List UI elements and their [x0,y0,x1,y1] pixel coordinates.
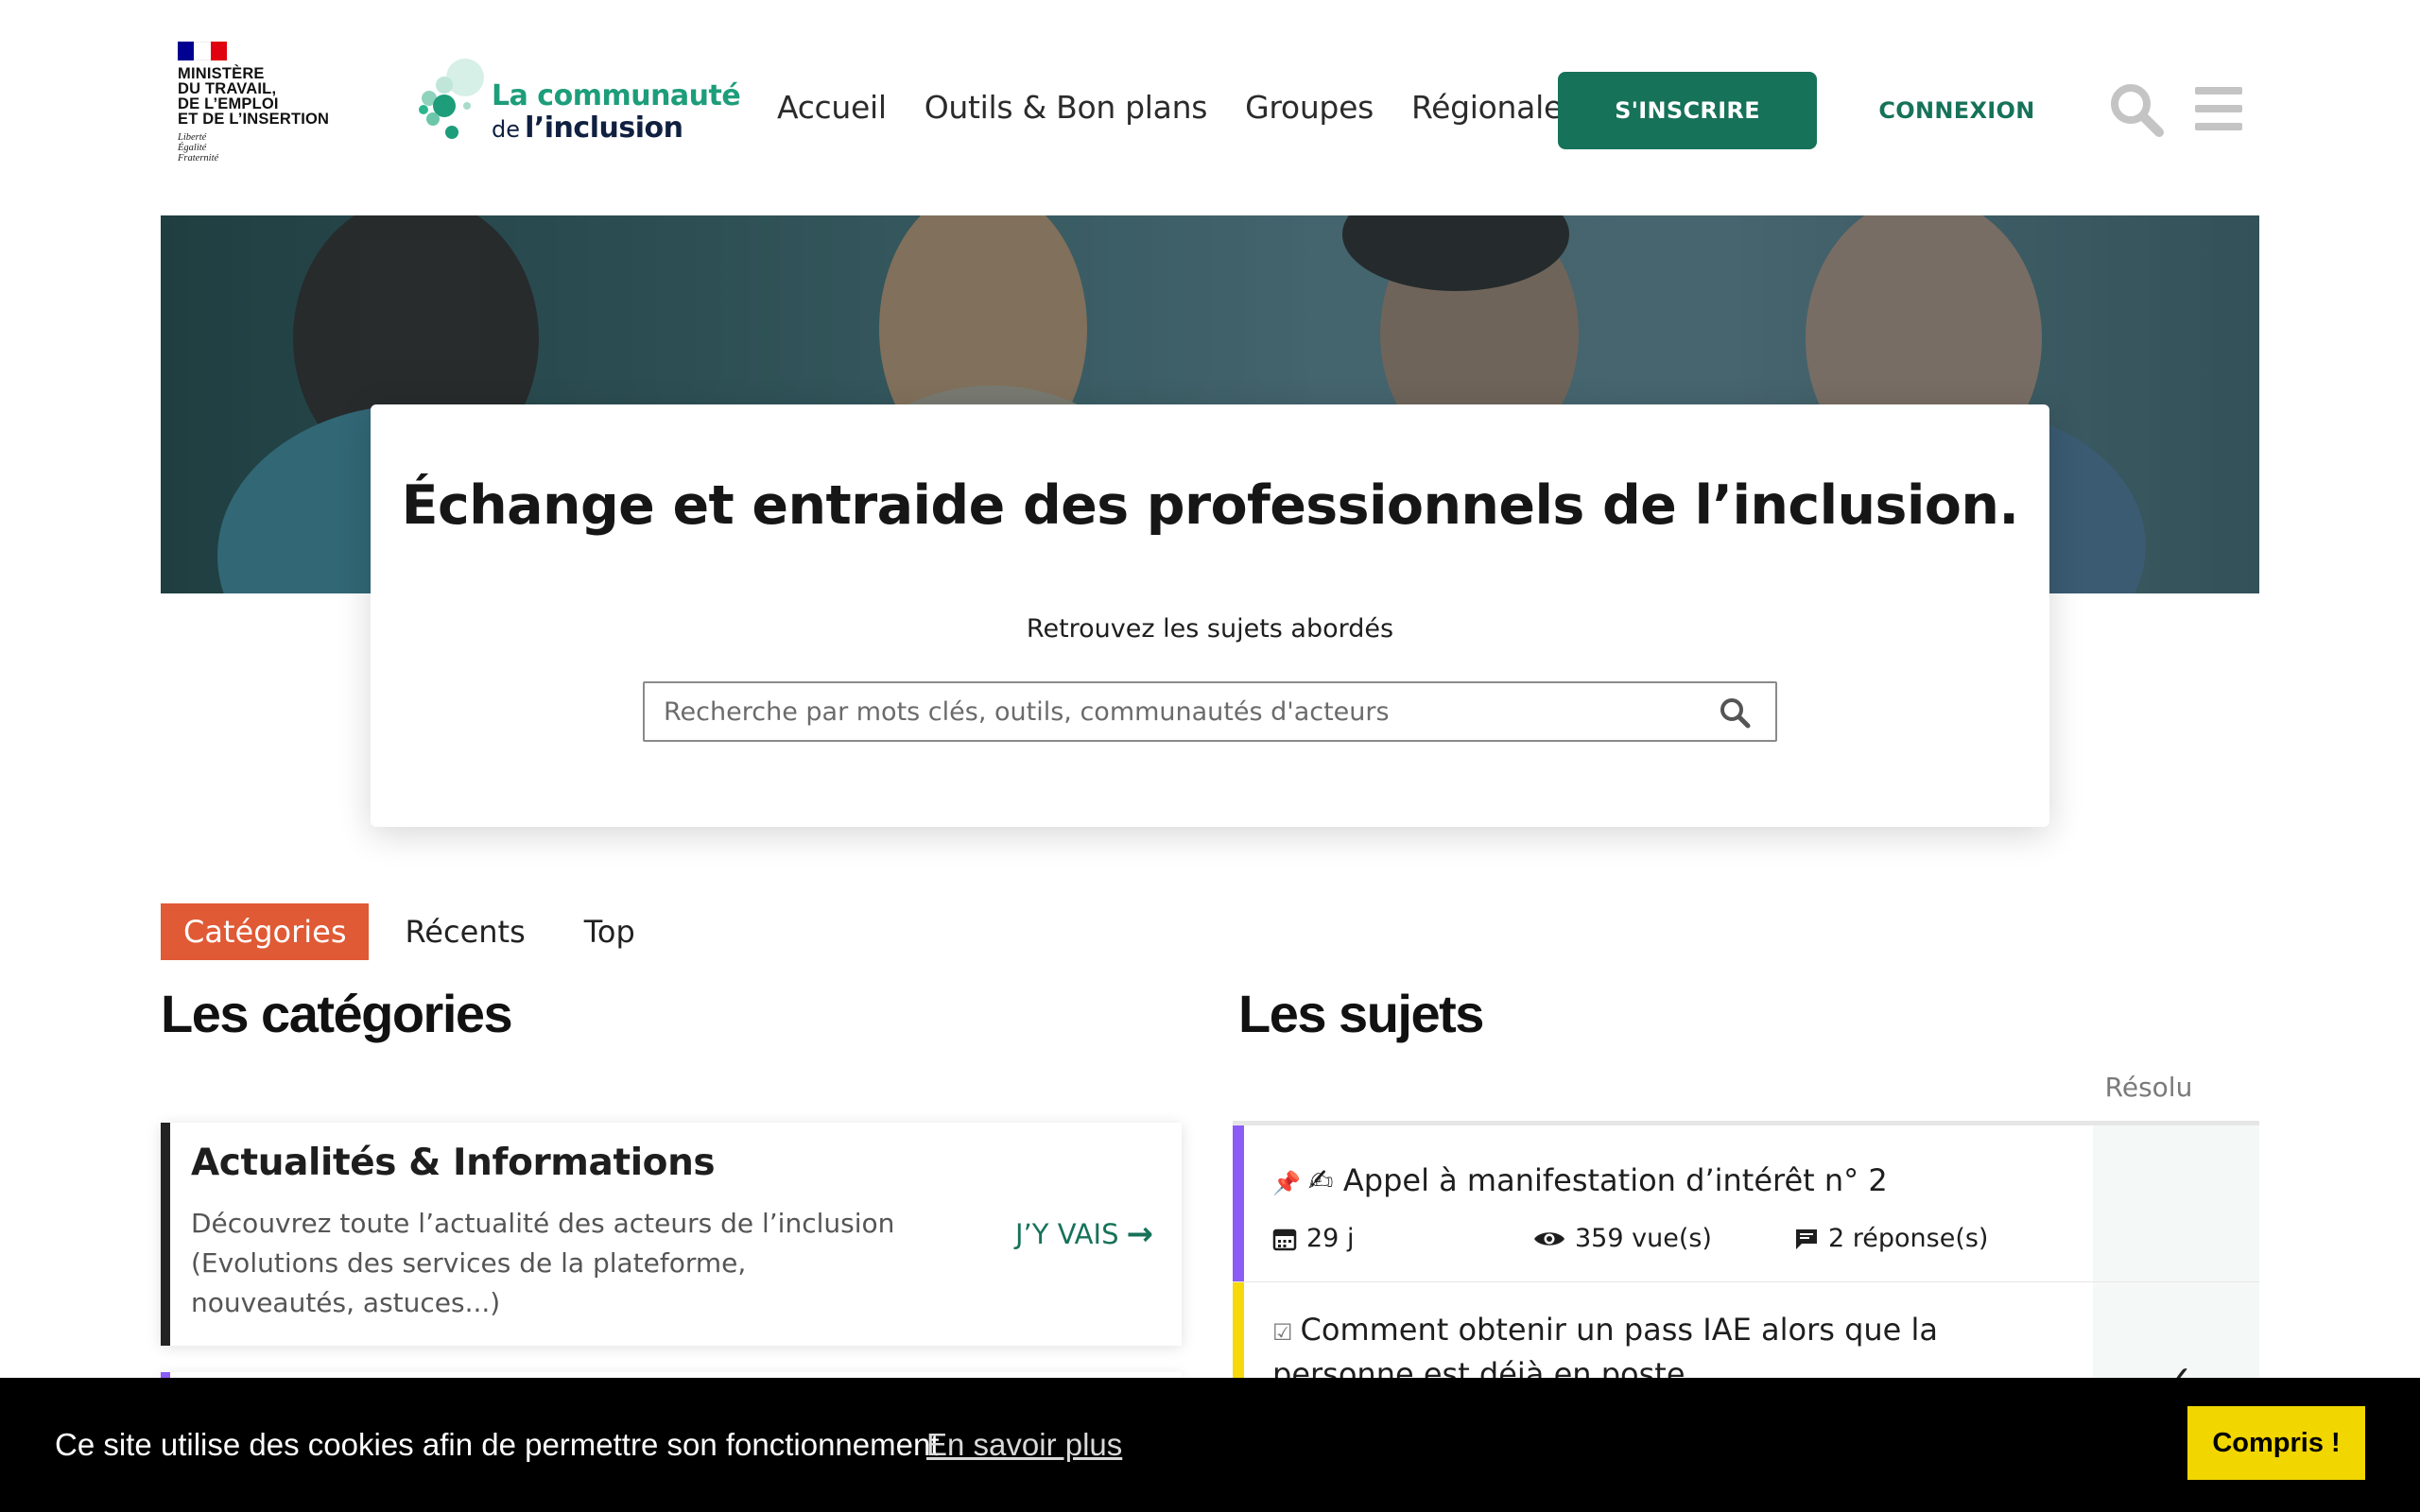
topic-age-value: 29 j [1306,1224,1355,1253]
topic-title[interactable]: 📌 ✍ Appel à manifestation d’intérêt n° 2 [1272,1160,2085,1204]
ministry-line: DE L’EMPLOI [178,95,279,112]
search-icon[interactable] [2108,81,2165,138]
topic-age: 29 j [1272,1224,1354,1253]
category-description: Découvrez toute l’actualité des acteurs … [191,1208,895,1318]
ministry-line: ET DE L’INSERTION [178,111,330,128]
brand-name-de: de [492,116,520,143]
category-link-label: J’Y VAIS [1015,1218,1119,1250]
tab-top[interactable]: Top [562,903,658,960]
main-nav: Accueil Outils & Bon plans Groupes Régio… [777,89,1579,126]
tab-categories[interactable]: Catégories [161,903,370,960]
hero-title-end: . [1998,474,2019,537]
nav-item-groupes[interactable]: Groupes [1245,89,1374,126]
category-title[interactable]: Actualités & Informations [191,1142,716,1184]
brand-name-inclusion: l’inclusion [525,112,683,145]
calendar-icon [1272,1228,1297,1250]
bubbles-logo-icon [419,59,484,139]
hamburger-menu-icon[interactable] [2195,87,2242,130]
site-header: MINISTÈRE DU TRAVAIL, DE L’EMPLOI ET DE … [0,0,2420,215]
resolved-column-header: Résolu [2104,1072,2193,1103]
brand-name-line2: de l’inclusion [492,112,683,145]
ministry-line: DU TRAVAIL, [178,80,277,97]
cookie-learn-more-link[interactable]: En savoir plus [926,1427,1122,1463]
republic-motto: Liberté Égalité Fraternité [178,132,367,163]
pin-icon: 📌 [1272,1170,1301,1196]
ministry-line: MINISTÈRE [178,65,265,82]
chat-bubble-icon [1796,1228,1817,1249]
hero-subtitle: Retrouvez les sujets abordés [1026,614,1394,644]
motto-line: Égalité [178,143,207,153]
search-icon[interactable] [1719,696,1751,729]
search-box [643,681,1777,742]
writing-hand-icon: ✍ [1307,1162,1334,1198]
topic-replies: 2 réponse(s) [1794,1224,1988,1253]
nav-item-outils[interactable]: Outils & Bon plans [925,89,1208,126]
ministry-logo[interactable]: MINISTÈRE DU TRAVAIL, DE L’EMPLOI ET DE … [178,42,367,183]
motto-line: Liberté [178,132,207,143]
cookie-accept-button[interactable]: Compris ! [2187,1406,2365,1480]
topic-category-bar [1233,1125,1244,1281]
cookie-banner: Ce site utilise des cookies afin de perm… [0,1378,2420,1512]
french-flag-icon [178,42,227,60]
nav-item-regionales[interactable]: Régionales [1411,89,1579,126]
eye-icon [1534,1231,1564,1246]
nav-item-accueil[interactable]: Accueil [777,89,887,126]
ministry-name: MINISTÈRE DU TRAVAIL, DE L’EMPLOI ET DE … [178,65,367,128]
search-input[interactable] [645,683,1713,740]
signup-button[interactable]: S'INSCRIRE [1558,72,1817,149]
topics-heading: Les sujets [1238,984,1484,1043]
category-link[interactable]: J’Y VAIS → [1015,1215,1153,1253]
topic-row[interactable]: 📌 ✍ Appel à manifestation d’intérêt n° 2 … [1233,1125,2259,1282]
checkbox-icon: ☑ [1272,1319,1293,1346]
hero-search-card: Échange et entraide des professionnels d… [371,404,2049,827]
topic-views: 359 vue(s) [1533,1224,1712,1253]
motto-line: Fraternité [178,153,219,163]
category-card[interactable]: Actualités & Informations Découvrez tout… [161,1123,1182,1346]
topic-views-value: 359 vue(s) [1575,1224,1712,1253]
hero-title: Échange et entraide des professionnels d… [371,474,2049,537]
tab-recents[interactable]: Récents [382,903,547,960]
arrow-right-icon: → [1126,1215,1154,1253]
login-button[interactable]: CONNEXION [1853,72,2061,149]
categories-heading: Les catégories [161,984,513,1043]
hero-title-regular: Échange et entraide [401,474,1023,537]
topic-replies-value: 2 réponse(s) [1828,1224,1989,1253]
content-tabs: Catégories Récents Top [161,903,658,960]
topic-title-text: Appel à manifestation d’intérêt n° 2 [1342,1162,1888,1198]
hero-title-bold: des professionnels de l’inclusion [1022,474,1999,537]
brand-name-line1: La communauté [492,79,741,112]
topic-resolved-cell [2093,1125,2259,1281]
site-logo[interactable]: La communauté de l’inclusion [416,57,741,151]
cookie-message: Ce site utilise des cookies afin de perm… [55,1427,940,1462]
